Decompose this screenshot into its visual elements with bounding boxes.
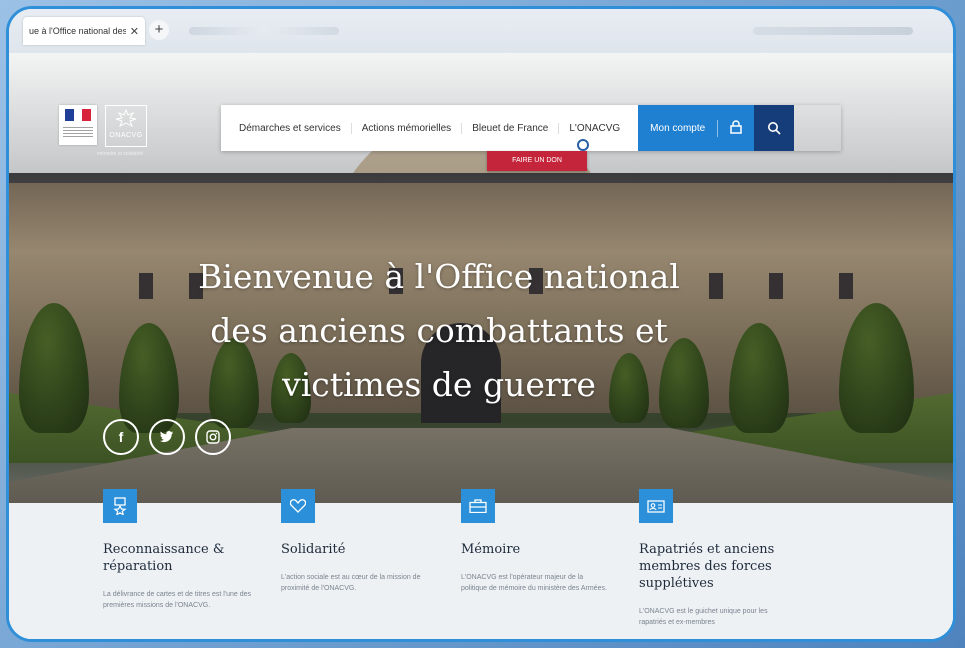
ministry-text [63, 127, 93, 139]
french-flag-icon [65, 109, 92, 121]
tab-title: ue à l'Office national des [29, 26, 126, 36]
lock-icon [717, 119, 742, 137]
logo-area[interactable]: ONACVG mémoire et solidarité [59, 105, 179, 165]
toolbar-extensions [753, 27, 913, 35]
browser-toolbar: ue à l'Office national des ✕ + [9, 9, 953, 53]
bleuet-emblem-icon [115, 109, 137, 127]
card-text: L'ONACVG est l'opérateur majeur de la po… [461, 574, 607, 592]
nav-item-bleuet[interactable]: Bleuet de France [462, 122, 560, 134]
missions-section: Reconnaissance & réparation La délivranc… [9, 489, 953, 639]
nav-item-demarches[interactable]: Démarches et services [229, 122, 352, 134]
title-line: victimes de guerre [282, 365, 596, 405]
card-title: Reconnaissance & réparation [103, 542, 225, 574]
card-text: La délivrance de cartes et de titres est… [103, 591, 252, 609]
card-text: L'ONACVG est le guichet unique pour les … [639, 608, 768, 626]
nav-links: Démarches et services Actions mémorielle… [221, 105, 639, 151]
close-tab-icon[interactable]: ✕ [130, 25, 139, 38]
card-memoire[interactable]: Mémoire L'ONACVG est l'opérateur majeur … [461, 489, 626, 594]
browser-window: ue à l'Office national des ✕ + ONACVG mé… [6, 6, 956, 642]
card-reconnaissance[interactable]: Reconnaissance & réparation La délivranc… [103, 489, 268, 611]
bleuet-badge-icon [577, 139, 589, 151]
republique-francaise-logo[interactable] [59, 105, 97, 145]
heart-icon [281, 489, 315, 523]
search-icon [768, 122, 781, 135]
main-navigation: Démarches et services Actions mémorielle… [221, 105, 841, 151]
card-text: L'action sociale est au cœur de la missi… [281, 574, 421, 592]
onacvg-name: ONACVG [109, 132, 143, 139]
hero-section: ONACVG mémoire et solidarité Démarches e… [9, 53, 953, 513]
account-label: Mon compte [650, 122, 706, 134]
toolbar-icons [189, 27, 339, 35]
briefcase-icon [461, 489, 495, 523]
instagram-icon[interactable] [195, 419, 231, 455]
card-title: Mémoire [461, 542, 521, 557]
id-card-icon [639, 489, 673, 523]
browser-tab[interactable]: ue à l'Office national des ✕ [23, 17, 145, 45]
page-title: Bienvenue à l'Office national des ancien… [159, 250, 719, 412]
onacvg-logo[interactable]: ONACVG [105, 105, 147, 147]
nav-item-onacvg[interactable]: L'ONACVG [559, 123, 630, 134]
title-line: Bienvenue à l'Office national [198, 257, 680, 297]
web-page: ONACVG mémoire et solidarité Démarches e… [9, 53, 953, 639]
onacvg-tagline: mémoire et solidarité [97, 151, 144, 157]
award-icon [103, 489, 137, 523]
card-solidarite[interactable]: Solidarité L'action sociale est au cœur … [281, 489, 446, 594]
card-rapatries[interactable]: Rapatriés et anciens membres des forces … [639, 489, 804, 628]
search-button[interactable] [754, 105, 795, 151]
card-title: Rapatriés et anciens membres des forces … [639, 542, 775, 591]
title-line: des anciens combattants et [210, 311, 668, 351]
account-button[interactable]: Mon compte [638, 105, 755, 151]
social-links: f [103, 419, 231, 455]
twitter-icon[interactable] [149, 419, 185, 455]
donate-button[interactable]: FAIRE UN DON [487, 151, 587, 171]
card-title: Solidarité [281, 542, 346, 557]
facebook-icon[interactable]: f [103, 419, 139, 455]
nav-item-actions-memorielles[interactable]: Actions mémorielles [352, 122, 463, 134]
new-tab-button[interactable]: + [149, 20, 169, 40]
